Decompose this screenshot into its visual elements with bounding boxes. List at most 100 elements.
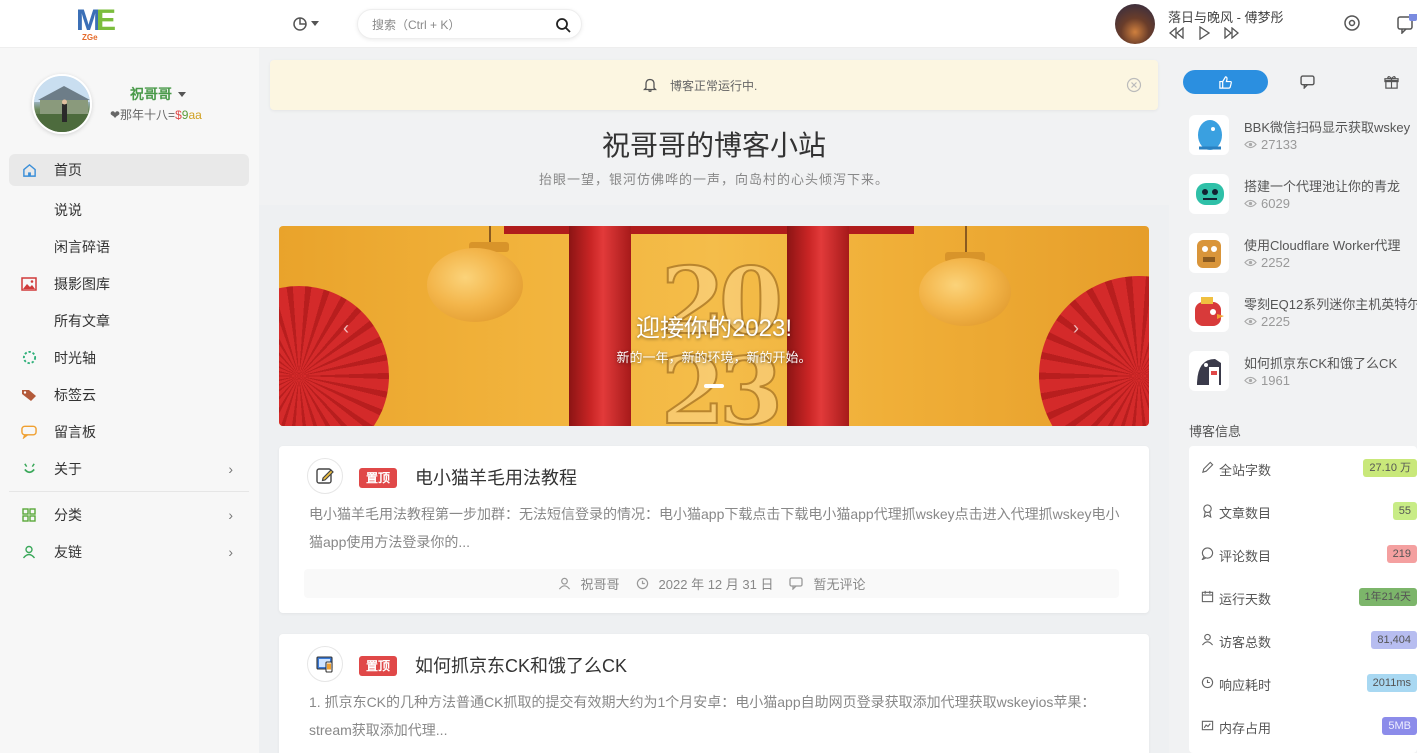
search-icon[interactable] [555, 17, 571, 33]
timeline-icon [21, 350, 37, 366]
post-date: 2022 年 12 月 31 日 [636, 574, 774, 593]
info-row-words: 全站字数 27.10 万 [1189, 456, 1417, 480]
nav-label: 时光轴 [54, 349, 96, 366]
info-label: 文章数目 [1219, 506, 1272, 521]
logo-sub: ZGe [82, 33, 98, 42]
previous-icon[interactable] [1168, 27, 1184, 39]
user-motto: ❤那年十八=$9aa [110, 106, 202, 123]
tab-popular[interactable] [1183, 70, 1268, 94]
friends-icon [21, 544, 37, 560]
post-card[interactable]: 置顶 电小猫羊毛用法教程 电小猫羊毛用法教程第一步加群：无法短信登录的情况：电小… [279, 446, 1149, 613]
list-item[interactable]: 搭建一个代理池让你的青龙 6029 [1189, 167, 1417, 226]
nav-divider [9, 491, 249, 492]
left-sidebar: 祝哥哥 ❤那年十八=$9aa 首页 说说 闲言碎语 摄影图库 所有文章 时光轴 … [0, 48, 259, 753]
nav-item-all-posts[interactable]: 所有文章 [9, 302, 249, 339]
post-card[interactable]: 置顶 如何抓京东CK和饿了么CK 1. 抓京东CK的几种方法普通CK抓取的提交有… [279, 634, 1149, 753]
post-comments[interactable]: 暂无评论 [789, 574, 865, 593]
play-icon[interactable] [1198, 26, 1210, 40]
motto-c3: aa [188, 108, 202, 122]
banner-title: 迎接你的2023! [635, 315, 793, 342]
views-count: 6029 [1261, 196, 1290, 211]
post-thumbnail [1189, 115, 1229, 155]
chevron-right-icon: › [228, 543, 233, 560]
views-count: 1961 [1261, 373, 1290, 388]
info-value-badge: 81,404 [1371, 631, 1417, 649]
nav-label: 闲言碎语 [54, 238, 110, 255]
nav-item-shuoshuo[interactable]: 说说 [9, 191, 249, 228]
nav-item-timeline[interactable]: 时光轴 [9, 339, 249, 376]
nav-item-chatter[interactable]: 闲言碎语 [9, 228, 249, 265]
info-row-posts: 文章数目 55 [1189, 499, 1417, 523]
eye-icon [1244, 376, 1257, 385]
comments-text: 暂无评论 [813, 577, 866, 592]
list-item[interactable]: BBK微信扫码显示获取wskey 27133 [1189, 108, 1417, 167]
category-icon [21, 507, 37, 523]
nav-item-category[interactable]: 分类 › [9, 496, 249, 533]
lantern-string [965, 226, 967, 254]
avatar[interactable] [32, 74, 92, 134]
comment-icon [789, 577, 804, 590]
post-title: BBK微信扫码显示获取wskey [1244, 120, 1411, 135]
motto-text: ❤那年十八= [110, 108, 176, 122]
nav-item-home[interactable]: 首页 [9, 154, 249, 186]
tab-comments[interactable] [1287, 70, 1327, 94]
chevron-right-icon: › [228, 460, 233, 477]
gate-beam [504, 226, 914, 234]
carousel-prev-icon[interactable]: ‹ [343, 318, 349, 339]
chat-icon[interactable] [1397, 14, 1417, 34]
views-count: 2225 [1261, 314, 1290, 329]
eye-icon [1244, 317, 1257, 326]
post-thumbnail [1189, 174, 1229, 214]
post-views: 6029 [1244, 196, 1290, 211]
nav-item-about[interactable]: 关于 › [9, 450, 249, 487]
site-logo[interactable]: M E ZGe [72, 4, 124, 44]
nav-item-tags[interactable]: 标签云 [9, 376, 249, 413]
post-author[interactable]: 祝哥哥 [558, 574, 620, 593]
search-box[interactable] [357, 9, 582, 39]
logo-e: E [96, 4, 117, 37]
music-track-title: 落日与晚风 - 傅梦彤 [1168, 10, 1284, 25]
tab-gifts[interactable] [1371, 70, 1411, 94]
date-text: 2022 年 12 月 31 日 [658, 577, 774, 592]
post-title[interactable]: 电小猫羊毛用法教程 [415, 464, 577, 490]
motto-c1: $ [175, 108, 182, 122]
nav-label: 所有文章 [54, 312, 110, 329]
nav-item-guestbook[interactable]: 留言板 [9, 413, 249, 450]
list-item[interactable]: 使用Cloudflare Worker代理 2252 [1189, 226, 1417, 285]
top-bar: M E ZGe 落日与晚风 - 傅梦彤 [0, 0, 1417, 48]
next-icon[interactable] [1224, 27, 1240, 39]
post-title[interactable]: 如何抓京东CK和饿了么CK [415, 652, 627, 678]
nav-item-gallery[interactable]: 摄影图库 [9, 265, 249, 302]
info-label: 响应耗时 [1219, 678, 1272, 693]
user-name[interactable]: 祝哥哥 [130, 84, 172, 104]
list-item[interactable]: 如何抓京东CK和饿了么CK 1961 [1189, 344, 1417, 403]
banner-subtitle: 新的一年，新的环境，新的开始。 [616, 350, 812, 365]
search-input[interactable] [372, 16, 552, 34]
list-item[interactable]: 零刻EQ12系列迷你主机英特尔 2225 [1189, 285, 1417, 344]
target-icon[interactable] [1343, 14, 1361, 32]
post-excerpt: 电小猫羊毛用法教程第一步加群：无法短信登录的情况：电小猫app下载点击下载电小猫… [309, 506, 1120, 550]
views-count: 2252 [1261, 255, 1290, 270]
carousel-next-icon[interactable]: › [1073, 318, 1079, 339]
user-caret-icon[interactable] [178, 92, 186, 97]
nav-item-friends[interactable]: 友链 › [9, 533, 249, 570]
music-cover[interactable] [1115, 4, 1155, 44]
message-icon [21, 424, 37, 440]
info-value-badge: 27.10 万 [1363, 459, 1417, 477]
pinned-badge: 置顶 [359, 656, 398, 676]
nav-label: 留言板 [54, 423, 96, 440]
info-value-badge: 1年214天 [1358, 588, 1417, 606]
carousel-indicator[interactable] [704, 384, 724, 388]
nav-label: 摄影图库 [54, 275, 110, 292]
theme-toggle-button[interactable] [292, 14, 326, 34]
nav-label: 首页 [54, 162, 82, 178]
info-label: 全站字数 [1219, 463, 1272, 478]
notice-bar: 博客正常运行中. [270, 60, 1158, 110]
close-icon[interactable] [1126, 77, 1142, 93]
post-title: 搭建一个代理池让你的青龙 [1244, 179, 1401, 194]
post-views: 27133 [1244, 137, 1297, 152]
medal-icon [1203, 504, 1212, 518]
post-thumbnail [1189, 351, 1229, 391]
about-icon [21, 461, 37, 477]
hero-banner[interactable]: 20 23 迎接你的2023! 新的一年，新的环境，新的开始。 ‹ › [279, 226, 1149, 426]
